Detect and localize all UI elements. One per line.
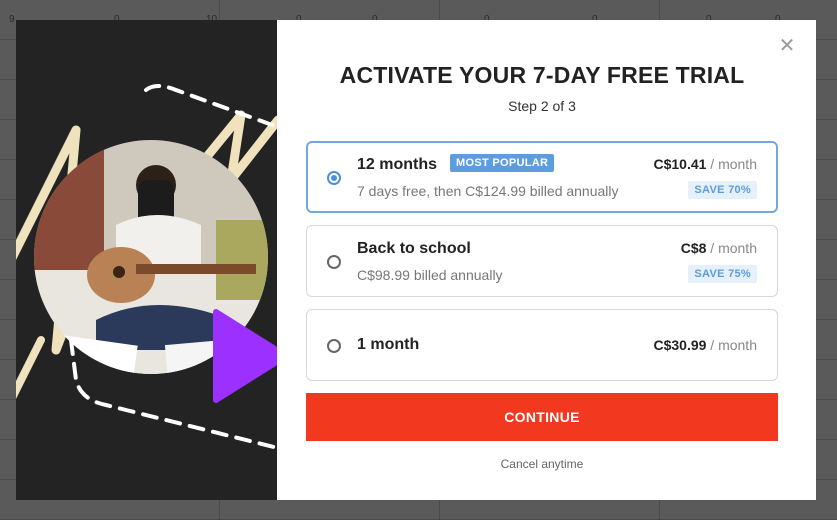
radio-button[interactable] xyxy=(327,171,341,185)
plan-subtitle: 7 days free, then C$124.99 billed annual… xyxy=(357,183,619,199)
column-number: 9 xyxy=(9,14,15,25)
save-badge: SAVE 70% xyxy=(688,181,757,199)
cancel-anytime-text: Cancel anytime xyxy=(500,457,584,471)
plan-list: 12 months MOST POPULAR C$10.41 / month 7… xyxy=(306,141,778,381)
plan-selection-panel: ✕ ACTIVATE YOUR 7-DAY FREE TRIAL Step 2 … xyxy=(277,20,816,500)
plan-price: C$8 / month xyxy=(680,240,757,256)
plan-name: 12 months xyxy=(357,156,438,173)
plan-option-1-month[interactable]: 1 month C$30.99 / month xyxy=(306,309,778,381)
plan-subtitle: C$98.99 billed annually xyxy=(357,267,503,283)
most-popular-badge: MOST POPULAR xyxy=(450,154,555,172)
plan-option-12-months[interactable]: 12 months MOST POPULAR C$10.41 / month 7… xyxy=(306,141,778,213)
step-indicator: Step 2 of 3 xyxy=(508,98,576,114)
plan-name: 1 month xyxy=(357,336,420,353)
continue-button[interactable]: CONTINUE xyxy=(306,393,778,441)
close-icon[interactable]: ✕ xyxy=(778,36,796,56)
plan-name: Back to school xyxy=(357,240,471,257)
free-trial-modal: ✕ ACTIVATE YOUR 7-DAY FREE TRIAL Step 2 … xyxy=(16,20,816,500)
plan-option-back-to-school[interactable]: Back to school C$8 / month C$98.99 bille… xyxy=(306,225,778,297)
guitar-player-illustration xyxy=(16,84,277,450)
radio-button[interactable] xyxy=(327,339,341,353)
play-icon xyxy=(213,309,277,403)
hero-illustration xyxy=(16,20,277,500)
plan-price: C$10.41 / month xyxy=(653,156,757,172)
modal-title: ACTIVATE YOUR 7-DAY FREE TRIAL xyxy=(339,62,745,88)
save-badge: SAVE 75% xyxy=(688,265,757,283)
radio-button[interactable] xyxy=(327,255,341,269)
plan-price: C$30.99 / month xyxy=(653,337,757,353)
